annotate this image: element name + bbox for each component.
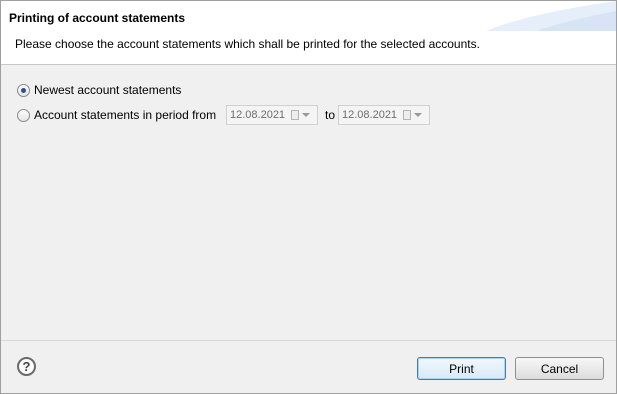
to-date-field: 12.08.2021 [338,105,430,125]
option-newest[interactable]: Newest account statements [17,81,181,99]
dialog-title: Printing of account statements [9,11,186,25]
newest-label: Newest account statements [34,83,182,97]
chevron-down-icon [414,113,422,117]
from-date-field: 12.08.2021 [226,105,318,125]
period-label: Account statements in period from [34,108,217,122]
calendar-icon [291,110,299,120]
calendar-icon [403,110,411,120]
period-radio[interactable] [17,108,30,122]
from-date-value: 12.08.2021 [230,109,286,121]
print-statements-dialog: Printing of account statements Please ch… [0,0,617,394]
dialog-footer: ? Print Cancel [1,340,616,394]
header-decoration [486,1,616,31]
help-icon[interactable]: ? [17,357,36,376]
to-label: to [325,108,336,122]
dialog-description: Please choose the account statements whi… [15,37,480,51]
to-date-value: 12.08.2021 [342,109,398,121]
newest-radio[interactable] [17,83,30,97]
dialog-header: Printing of account statements Please ch… [1,1,616,65]
cancel-button[interactable]: Cancel [515,357,604,380]
print-button[interactable]: Print [417,357,506,380]
option-period[interactable]: Account statements in period from [17,106,216,124]
chevron-down-icon [302,113,310,117]
